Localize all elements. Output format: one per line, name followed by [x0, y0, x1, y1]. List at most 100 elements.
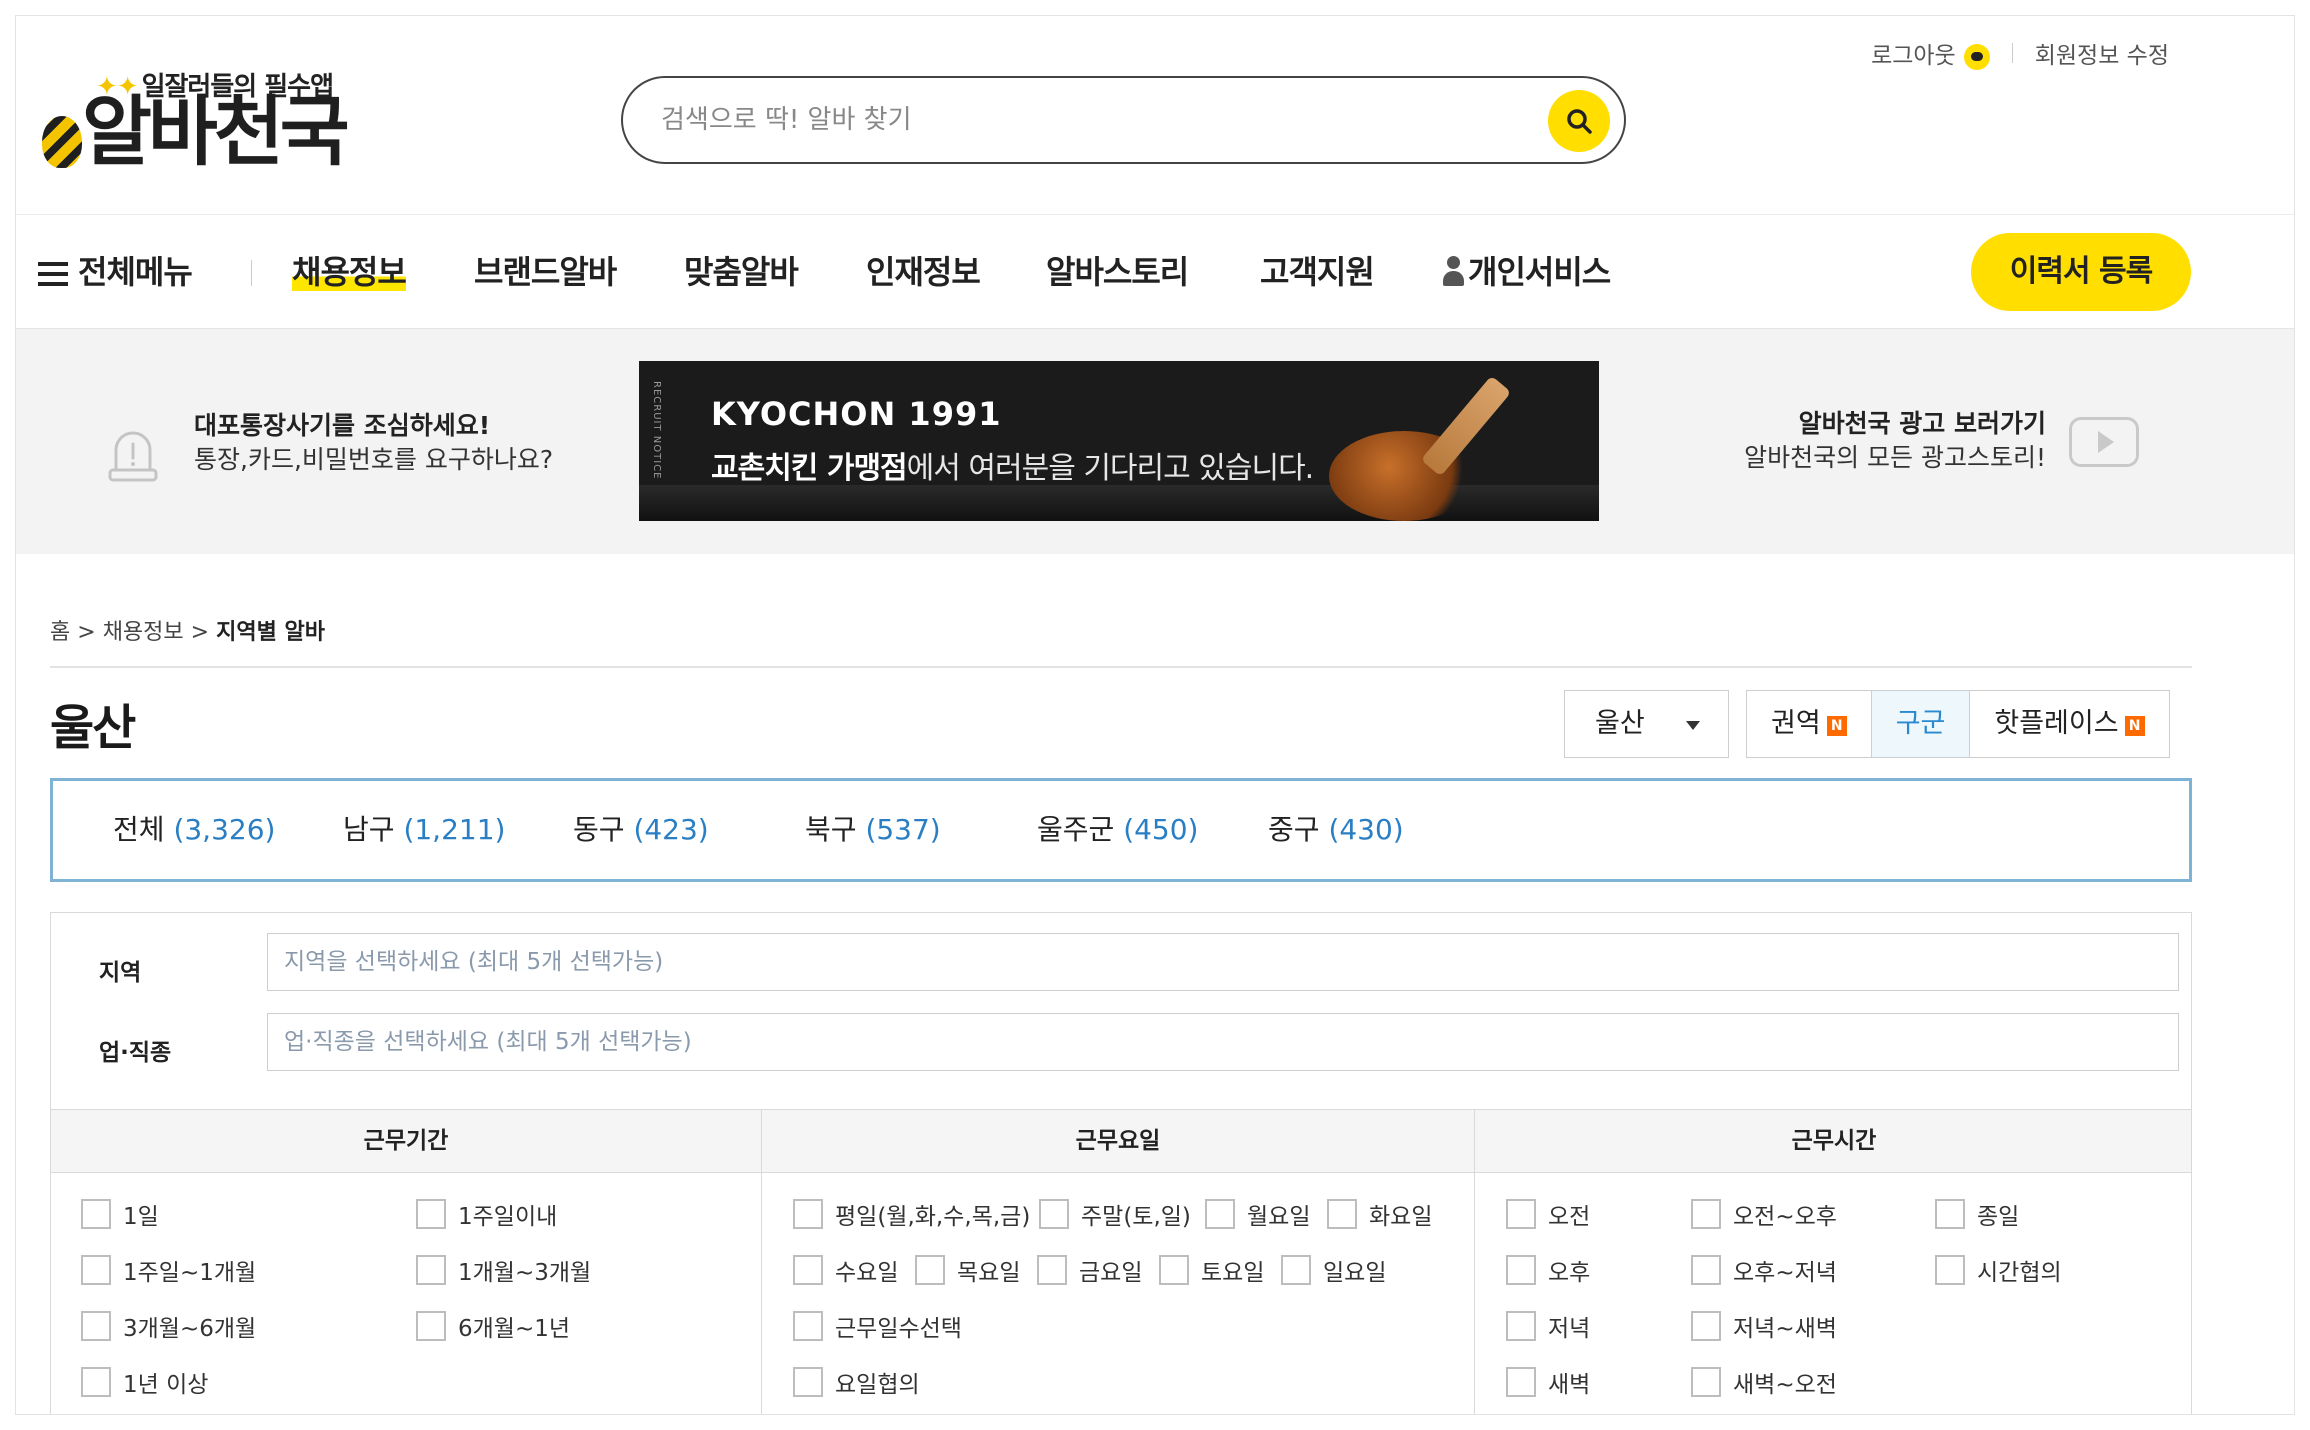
period-option[interactable]: 1일 [81, 1197, 159, 1231]
checkbox[interactable] [81, 1199, 111, 1229]
days-option[interactable]: 요일협의 [793, 1365, 920, 1399]
main-nav: 전체메뉴 채용정보 브랜드알바 맞춤알바 인재정보 알바스토리 고객지원 개인서… [16, 214, 2294, 329]
days-option[interactable]: 토요일 [1159, 1253, 1264, 1287]
logo-wordmark: 알바천국 [42, 94, 350, 170]
checkbox[interactable] [793, 1367, 823, 1397]
time-option[interactable]: 시간협의 [1935, 1253, 2062, 1287]
tab-hotplace[interactable]: 핫플레이스 N [1970, 691, 2168, 757]
days-option[interactable]: 월요일 [1205, 1197, 1310, 1231]
ad-view-link[interactable]: 알바천국 광고 보러가기 알바천국의 모든 광고스토리! [1744, 407, 2046, 475]
district-item[interactable]: 동구 (423) [573, 781, 709, 879]
nav-item-jobs[interactable]: 채용정보 [292, 215, 407, 330]
period-option[interactable]: 6개월~1년 [416, 1309, 570, 1343]
new-badge: N [2124, 716, 2145, 736]
search-button[interactable] [1548, 90, 1610, 152]
checkbox[interactable] [793, 1199, 823, 1229]
checkbox[interactable] [1039, 1199, 1069, 1229]
time-option[interactable]: 오후 [1506, 1253, 1590, 1287]
fraud-warning[interactable]: 대포통장사기를 조심하세요! 통장,카드,비밀번호를 요구하나요? [194, 409, 553, 477]
district-item[interactable]: 북구 (537) [805, 781, 941, 879]
checkbox[interactable] [915, 1255, 945, 1285]
checkbox[interactable] [1691, 1367, 1721, 1397]
checkbox[interactable] [1691, 1311, 1721, 1341]
checkbox[interactable] [1506, 1255, 1536, 1285]
period-option[interactable]: 1개월~3개월 [416, 1253, 591, 1287]
checkbox[interactable] [793, 1311, 823, 1341]
district-list: 전체 (3,326) 남구 (1,211) 동구 (423) 북구 (537) … [50, 778, 2192, 882]
nav-item-support[interactable]: 고객지원 [1260, 215, 1375, 330]
days-option[interactable]: 일요일 [1281, 1253, 1386, 1287]
period-option[interactable]: 3개월~6개월 [81, 1309, 256, 1343]
days-option[interactable]: 평일(월,화,수,목,금) [793, 1197, 1030, 1231]
time-option[interactable]: 저녁~새벽 [1691, 1309, 1837, 1343]
time-header: 근무시간 [1791, 1128, 1877, 1154]
checkbox[interactable] [1281, 1255, 1311, 1285]
checkbox[interactable] [1506, 1367, 1536, 1397]
region-tabs: 권역 N 구군 핫플레이스 N [1746, 690, 2170, 758]
city-select[interactable]: 울산 [1564, 690, 1729, 758]
checkbox[interactable] [1205, 1199, 1235, 1229]
checkbox[interactable] [1691, 1255, 1721, 1285]
header: ✦✦일잘러들의 필수앱 알바천국 로그아웃 회원정보 수정 [16, 16, 2294, 214]
days-option[interactable]: 수요일 [793, 1253, 898, 1287]
checkbox[interactable] [81, 1255, 111, 1285]
time-option[interactable]: 새벽~오전 [1691, 1365, 1837, 1399]
nav-item-story[interactable]: 알바스토리 [1046, 215, 1189, 330]
checkbox[interactable] [1691, 1199, 1721, 1229]
checkbox[interactable] [81, 1311, 111, 1341]
period-option[interactable]: 1주일이내 [416, 1197, 557, 1231]
tab-district[interactable]: 구군 [1871, 691, 1971, 757]
resume-register-button[interactable]: 이력서 등록 [1971, 233, 2191, 311]
district-item[interactable]: 울주군 (450) [1037, 781, 1198, 879]
checkbox[interactable] [1935, 1255, 1965, 1285]
logout-link[interactable]: 로그아웃 [1871, 36, 1990, 70]
checkbox[interactable] [81, 1367, 111, 1397]
checkbox[interactable] [1037, 1255, 1067, 1285]
all-menu-button[interactable]: 전체메뉴 [38, 215, 193, 330]
time-option[interactable]: 저녁 [1506, 1309, 1590, 1343]
member-edit-link[interactable]: 회원정보 수정 [2035, 36, 2169, 70]
account-links: 로그아웃 회원정보 수정 [1871, 36, 2169, 70]
period-option[interactable]: 1주일~1개월 [81, 1253, 256, 1287]
region-field[interactable] [267, 933, 2179, 991]
nav-item-brand[interactable]: 브랜드알바 [474, 215, 617, 330]
ad-banner[interactable]: RECRUIT NOTICE KYOCHON 1991 교촌치킨 가맹점에서 여… [639, 361, 1599, 521]
time-option[interactable]: 종일 [1935, 1197, 2019, 1231]
checkbox[interactable] [1327, 1199, 1357, 1229]
ad-message: 교촌치킨 가맹점에서 여러분을 기다리고 있습니다. [711, 451, 1314, 486]
time-option[interactable]: 새벽 [1506, 1365, 1590, 1399]
checkbox[interactable] [416, 1199, 446, 1229]
tab-area[interactable]: 권역 N [1747, 691, 1872, 757]
hamburger-icon [38, 262, 68, 286]
district-item[interactable]: 전체 (3,326) [113, 781, 275, 879]
days-option[interactable]: 주말(토,일) [1039, 1197, 1191, 1231]
nav-item-personal[interactable]: 개인서비스 [1442, 215, 1611, 330]
checkbox[interactable] [1159, 1255, 1189, 1285]
play-icon[interactable] [2069, 417, 2139, 467]
search-bar [621, 76, 1626, 164]
days-option[interactable]: 화요일 [1327, 1197, 1432, 1231]
job-field[interactable] [267, 1013, 2179, 1071]
time-option[interactable]: 오후~저녁 [1691, 1253, 1837, 1287]
logo[interactable]: ✦✦ 일잘러들의 필수앱 알바천국 [42, 46, 376, 186]
checkbox[interactable] [1935, 1199, 1965, 1229]
checkbox[interactable] [416, 1311, 446, 1341]
checkbox[interactable] [793, 1255, 823, 1285]
days-option[interactable]: 목요일 [915, 1253, 1020, 1287]
district-item[interactable]: 중구 (430) [1268, 781, 1404, 879]
checkbox[interactable] [1506, 1199, 1536, 1229]
time-option[interactable]: 오전 [1506, 1197, 1590, 1231]
days-option[interactable]: 근무일수선택 [793, 1309, 962, 1343]
checkbox[interactable] [1506, 1311, 1536, 1341]
breadcrumb-section[interactable]: 채용정보 [103, 620, 184, 645]
breadcrumb-home[interactable]: 홈 [50, 620, 70, 645]
period-option[interactable]: 1년 이상 [81, 1365, 208, 1399]
search-input[interactable] [661, 92, 1541, 148]
time-option[interactable]: 오전~오후 [1691, 1197, 1837, 1231]
district-item[interactable]: 남구 (1,211) [343, 781, 505, 879]
nav-item-custom[interactable]: 맞춤알바 [684, 215, 799, 330]
days-option[interactable]: 금요일 [1037, 1253, 1142, 1287]
chevron-down-icon [1686, 721, 1700, 730]
checkbox[interactable] [416, 1255, 446, 1285]
nav-item-talent[interactable]: 인재정보 [866, 215, 981, 330]
